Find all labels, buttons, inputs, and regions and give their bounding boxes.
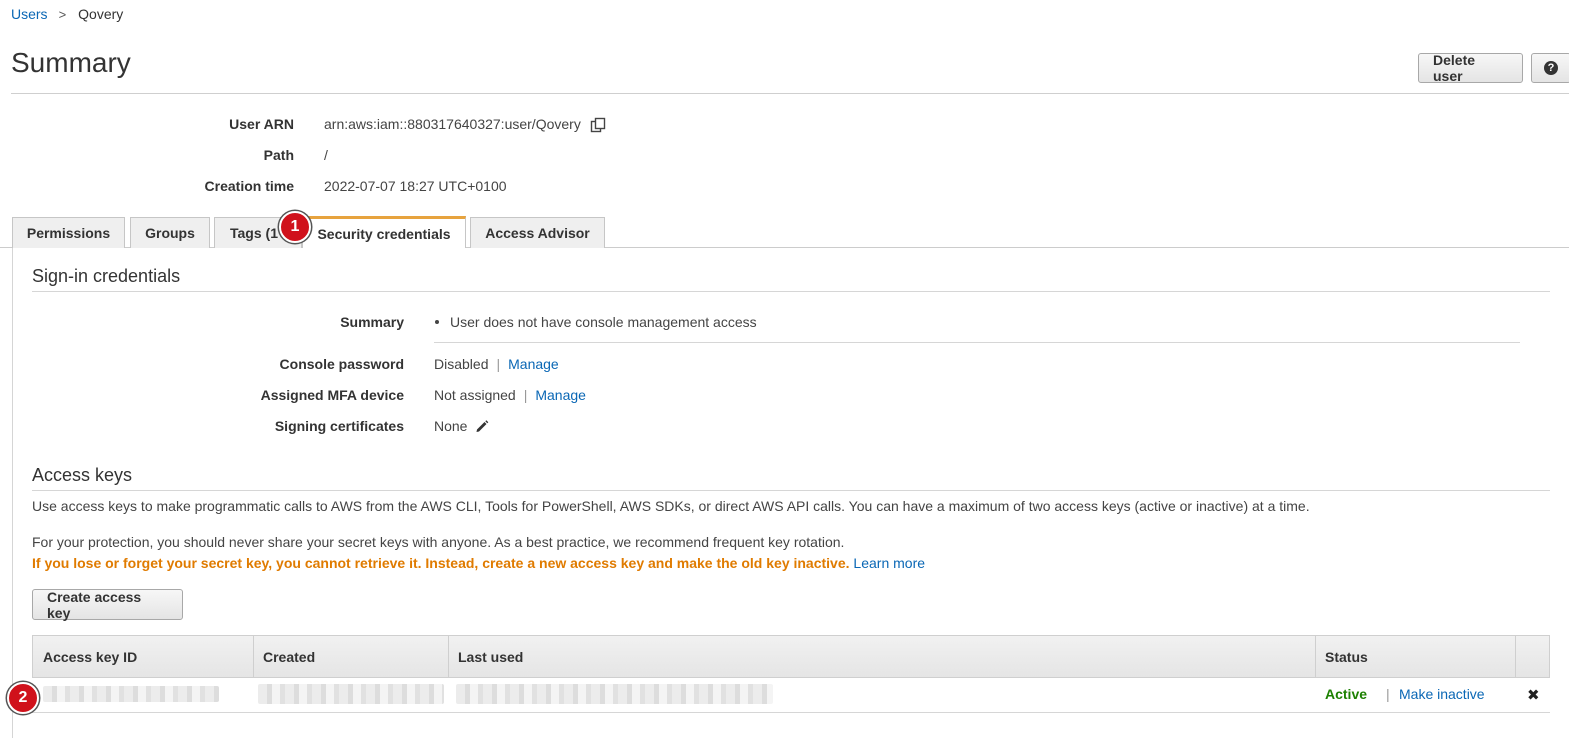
status-badge: Active <box>1325 686 1368 702</box>
access-keys-section-title: Access keys <box>32 465 133 485</box>
column-header-status[interactable]: Status <box>1315 636 1515 677</box>
access-keys-intro: Use access keys to make programmatic cal… <box>32 498 1310 514</box>
signing-certificates-status: None <box>434 418 468 434</box>
signin-summary-label: Summary <box>340 314 404 330</box>
signin-section-divider <box>32 291 1550 292</box>
signing-certificates-value: None <box>434 418 490 434</box>
annotation-marker-2: 2 <box>7 682 39 714</box>
mfa-manage-link[interactable]: Manage <box>535 387 586 403</box>
tab-permissions[interactable]: Permissions <box>12 217 125 248</box>
access-keys-warning-text: If you lose or forget your secret key, y… <box>32 555 850 571</box>
tab-access-advisor[interactable]: Access Advisor <box>470 217 605 248</box>
create-access-key-button[interactable]: Create access key <box>32 589 183 621</box>
make-inactive-link[interactable]: Make inactive <box>1399 686 1485 702</box>
user-arn-label: User ARN <box>229 116 294 132</box>
signing-certificates-label: Signing certificates <box>274 418 404 434</box>
redacted-access-key-id <box>43 686 219 702</box>
redacted-last-used <box>456 684 773 704</box>
creation-time-label: Creation time <box>204 178 294 194</box>
tab-groups[interactable]: Groups <box>130 217 210 248</box>
mfa-device-label: Assigned MFA device <box>260 387 404 403</box>
help-icon: ? <box>1544 61 1558 75</box>
user-arn-value: arn:aws:iam::880317640327:user/Qovery <box>324 116 581 132</box>
breadcrumb-current: Qovery <box>78 6 124 22</box>
column-header-last-used[interactable]: Last used <box>448 636 1315 677</box>
column-header-created[interactable]: Created <box>253 636 448 677</box>
pencil-icon[interactable] <box>474 418 490 434</box>
redacted-created-date <box>258 684 444 704</box>
column-divider <box>1515 636 1516 677</box>
bullet <box>435 320 439 324</box>
creation-time-value: 2022-07-07 18:27 UTC+0100 <box>324 178 507 194</box>
signin-summary-divider <box>434 342 1520 343</box>
column-header-access-key-id[interactable]: Access key ID <box>33 636 253 677</box>
delete-user-button[interactable]: Delete user <box>1418 52 1523 84</box>
access-keys-section-divider <box>32 490 1550 491</box>
breadcrumb-users-link[interactable]: Users <box>11 6 48 22</box>
copy-icon[interactable] <box>589 116 607 134</box>
page-title: Summary <box>11 47 131 78</box>
pipe-separator: | <box>1386 686 1390 702</box>
pipe-separator: | <box>496 356 501 372</box>
signin-section-title: Sign-in credentials <box>32 266 181 286</box>
console-password-status: Disabled <box>434 356 489 372</box>
annotation-marker-1: 1 <box>279 211 311 243</box>
path-label: Path <box>263 147 294 163</box>
title-divider <box>11 93 1569 94</box>
mfa-device-value: Not assigned | Manage <box>434 387 586 403</box>
path-value: / <box>324 147 328 163</box>
mfa-device-status: Not assigned <box>434 387 516 403</box>
signin-summary-text: User does not have console management ac… <box>450 314 757 330</box>
console-password-manage-link[interactable]: Manage <box>508 356 559 372</box>
pipe-separator: | <box>523 387 528 403</box>
access-keys-warning: If you lose or forget your secret key, y… <box>32 555 925 571</box>
access-keys-table-header: Access key ID Created Last used Status <box>32 635 1550 678</box>
console-password-value: Disabled | Manage <box>434 356 559 372</box>
signin-summary-value: User does not have console management ac… <box>434 314 757 330</box>
console-password-label: Console password <box>279 356 404 372</box>
delete-icon[interactable]: ✖ <box>1527 686 1540 704</box>
breadcrumb: Users > Qovery <box>11 6 123 22</box>
tab-security-credentials[interactable]: Security credentials <box>302 216 466 248</box>
breadcrumb-separator: > <box>58 6 67 22</box>
help-button[interactable]: ? <box>1531 53 1569 83</box>
learn-more-link[interactable]: Learn more <box>853 555 925 571</box>
access-keys-protection-text: For your protection, you should never sh… <box>32 534 845 550</box>
